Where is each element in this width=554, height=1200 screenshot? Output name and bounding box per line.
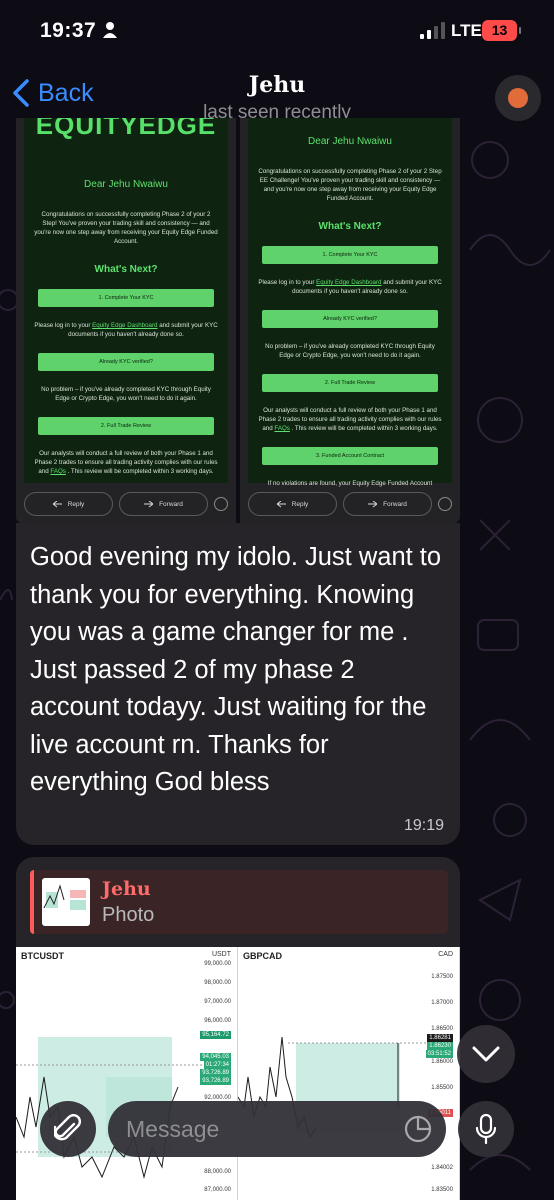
price-tick: 98,000.00 bbox=[204, 980, 231, 986]
sticker-icon[interactable] bbox=[404, 1115, 432, 1143]
microphone-button[interactable] bbox=[458, 1101, 514, 1157]
chart-currency: CAD bbox=[438, 951, 453, 958]
attach-button[interactable] bbox=[40, 1101, 96, 1157]
email-actions: Reply Forward bbox=[248, 491, 452, 517]
price-tick: 1.87500 bbox=[431, 974, 453, 980]
chart-symbol: BTCUSDT bbox=[21, 951, 64, 961]
email-screenshot-left[interactable]: EQUITYEDGE Dear Jehu Nwaiwu Congratulati… bbox=[16, 118, 236, 523]
price-tick: 1.86000 bbox=[431, 1059, 453, 1065]
email-card: EQUITYEDGE Dear Jehu Nwaiwu Congratulati… bbox=[24, 118, 228, 483]
email-next-heading: What's Next? bbox=[94, 264, 158, 275]
person-icon bbox=[103, 22, 118, 38]
faqs-link: FAQs bbox=[274, 425, 290, 432]
email-intro: Congratulations on successfully completi… bbox=[34, 211, 218, 245]
reply-type: Photo bbox=[102, 904, 155, 926]
price-tick: 96,000.00 bbox=[204, 1018, 231, 1024]
email-intro: Congratulations on successfully completi… bbox=[258, 168, 442, 202]
email-greeting: Dear Jehu Nwaiwu bbox=[84, 179, 168, 190]
emoji-icon bbox=[214, 497, 228, 511]
review-text: Our analysts will conduct a full review … bbox=[34, 450, 218, 475]
reply-button: Reply bbox=[248, 492, 337, 516]
chevron-down-icon bbox=[472, 1046, 500, 1062]
price-tag: 03:51:52 bbox=[425, 1050, 453, 1058]
price-tick: 87,000.00 bbox=[204, 1187, 231, 1193]
reply-icon bbox=[276, 500, 286, 507]
signal-icon bbox=[420, 22, 445, 39]
battery-indicator: 13 bbox=[482, 20, 521, 41]
forward-button: Forward bbox=[119, 492, 208, 516]
chat-title[interactable]: Jehu bbox=[0, 72, 554, 98]
message-time: 19:19 bbox=[403, 817, 444, 834]
no-problem-text: No problem – if you've already completed… bbox=[265, 343, 435, 359]
reply-thumbnail bbox=[42, 878, 90, 926]
price-tag: 93,726.89 bbox=[200, 1077, 231, 1085]
message-input[interactable]: Message bbox=[108, 1101, 446, 1157]
price-tag: 01:27:34 bbox=[203, 1061, 231, 1069]
trade-review-button: 2. Full Trade Review bbox=[262, 374, 438, 392]
reply-author: Jehu bbox=[102, 878, 151, 900]
price-tag: 93,726.89 bbox=[200, 1069, 231, 1077]
avatar[interactable] bbox=[495, 75, 541, 121]
complete-kyc-button: 1. Complete Your KYC bbox=[38, 289, 214, 307]
reply-icon bbox=[52, 500, 62, 507]
price-tag: 95,164.72 bbox=[200, 1031, 231, 1039]
trade-review-button: 2. Full Trade Review bbox=[38, 417, 214, 435]
review-text: Our analysts will conduct a full review … bbox=[258, 407, 442, 432]
price-tick: 1.85500 bbox=[431, 1085, 453, 1091]
price-tick: 97,000.00 bbox=[204, 999, 231, 1005]
reply-button: Reply bbox=[24, 492, 113, 516]
kyc-verified-button: Already KYC verified? bbox=[38, 353, 214, 371]
complete-kyc-button: 1. Complete Your KYC bbox=[262, 246, 438, 264]
scroll-to-bottom-button[interactable] bbox=[457, 1025, 515, 1083]
kyc-verified-button: Already KYC verified? bbox=[262, 310, 438, 328]
status-bar: 19:37 LTE 13 bbox=[0, 0, 554, 62]
person-icon bbox=[508, 88, 528, 108]
email-screenshot-right[interactable]: Dear Jehu Nwaiwu Congratulations on succ… bbox=[240, 118, 460, 523]
email-card: Dear Jehu Nwaiwu Congratulations on succ… bbox=[248, 118, 452, 487]
forward-icon bbox=[144, 500, 154, 507]
chart-currency: USDT bbox=[211, 951, 231, 958]
network-type: LTE bbox=[451, 21, 482, 40]
price-tag: 1.86230 bbox=[427, 1042, 453, 1050]
message-text: Good evening my idolo. Just want to than… bbox=[30, 543, 442, 796]
microphone-icon bbox=[475, 1113, 497, 1145]
paperclip-icon bbox=[54, 1114, 81, 1141]
price-tick: 88,000.00 bbox=[204, 1169, 231, 1175]
emoji-icon bbox=[438, 497, 452, 511]
email-actions: Reply Forward bbox=[24, 491, 228, 517]
funded-contract-button: 3. Funded Account Contract bbox=[262, 447, 438, 465]
message-bubble[interactable]: Good evening my idolo. Just want to than… bbox=[16, 523, 460, 845]
price-tick: 99,000.00 bbox=[204, 961, 231, 967]
price-tick: 1.83500 bbox=[431, 1187, 453, 1193]
email-greeting: Dear Jehu Nwaiwu bbox=[308, 136, 392, 147]
price-tick: 1.84002 bbox=[431, 1165, 453, 1171]
no-problem-text: No problem – if you've already completed… bbox=[41, 386, 211, 402]
price-tag: 94,045.03 bbox=[200, 1053, 231, 1061]
email-next-heading: What's Next? bbox=[318, 221, 382, 232]
dashboard-link: Equity Edge Dashboard bbox=[316, 279, 382, 286]
contract-text: If no violations are found, your Equity … bbox=[267, 480, 433, 487]
faqs-link: FAQs bbox=[50, 468, 66, 475]
reply-quote[interactable]: Jehu Photo bbox=[30, 870, 448, 934]
message-composer: Message bbox=[0, 1095, 554, 1165]
shared-images[interactable]: EQUITYEDGE Dear Jehu Nwaiwu Congratulati… bbox=[16, 118, 460, 523]
chart-symbol: GBPCAD bbox=[243, 951, 283, 961]
dashboard-link: Equity Edge Dashboard bbox=[92, 322, 158, 329]
kyc-instructions: Please log in to your Equity Edge Dashbo… bbox=[258, 279, 442, 295]
price-tick: 1.86500 bbox=[431, 1026, 453, 1032]
price-tick: 1.87000 bbox=[431, 1000, 453, 1006]
message-placeholder: Message bbox=[126, 1115, 220, 1142]
price-tag: 1.86281 bbox=[427, 1034, 453, 1042]
forward-button: Forward bbox=[343, 492, 432, 516]
status-time: 19:37 bbox=[40, 19, 118, 43]
brand-logo: EQUITYEDGE bbox=[35, 118, 217, 140]
kyc-instructions: Please log in to your Equity Edge Dashbo… bbox=[34, 322, 218, 338]
forward-icon bbox=[368, 500, 378, 507]
